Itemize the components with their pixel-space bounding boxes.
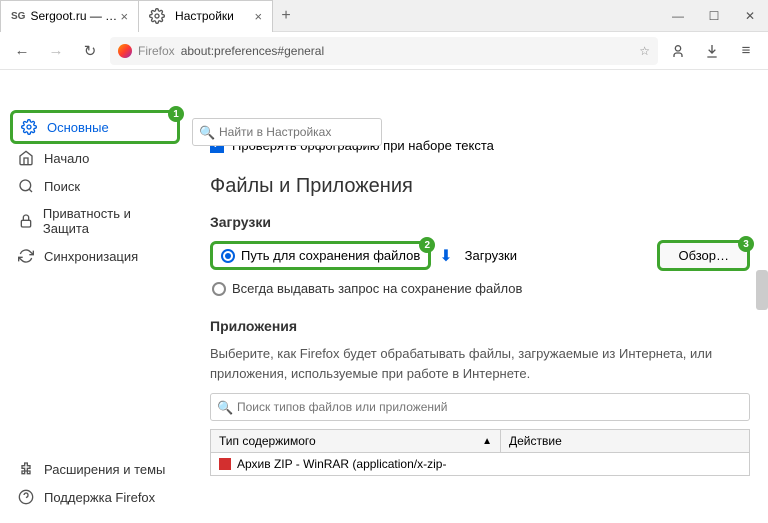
apps-table-header: Тип содержимого ▲ Действие [210,429,750,453]
sidebar-item-support[interactable]: Поддержка Firefox [10,483,180,511]
sync-icon [18,248,36,264]
gear-icon [21,119,39,135]
column-header-action[interactable]: Действие [501,430,749,452]
browser-tab[interactable]: Настройки × [138,0,273,32]
forward-button[interactable]: → [42,37,70,65]
zip-file-icon [219,458,231,470]
sidebar-item-search[interactable]: Поиск [10,172,180,200]
search-icon: 🔍 [217,400,233,416]
search-icon [18,178,36,194]
sidebar-item-privacy[interactable]: Приватность и Защита [10,200,180,242]
sidebar-item-general[interactable]: Основные 1 [10,110,180,144]
sidebar-item-label: Поиск [44,179,80,194]
apps-heading: Приложения [210,318,750,334]
sidebar-item-label: Начало [44,151,89,166]
tab-title: Sergoot.ru — Решение ваши [30,9,120,23]
firefox-icon [118,44,132,58]
lock-icon [18,213,35,229]
sort-icon: ▲ [482,436,492,447]
minimize-button[interactable]: — [660,0,696,32]
search-icon: 🔍 [199,125,215,141]
browser-tab[interactable]: SG Sergoot.ru — Решение ваши × [0,0,139,32]
sidebar-item-label: Расширения и темы [44,462,165,477]
save-path-radio[interactable]: Путь для сохранения файлов 2 [210,241,431,270]
settings-search-input[interactable] [192,118,382,146]
downloads-heading: Загрузки [210,214,750,230]
sidebar-item-label: Поддержка Firefox [44,490,155,505]
url-text: about:preferences#general [181,44,324,58]
always-ask-radio[interactable]: Всегда выдавать запрос на сохранение фай… [212,281,750,296]
url-bar[interactable]: Firefox about:preferences#general ☆ [110,37,658,65]
apps-description: Выберите, как Firefox будет обрабатывать… [210,344,750,383]
account-icon[interactable] [664,37,692,65]
sidebar-item-label: Синхронизация [44,249,138,264]
radio-label: Путь для сохранения файлов [241,248,420,263]
sidebar-item-label: Приватность и Защита [43,206,172,236]
browse-button[interactable]: Обзор… 3 [657,240,750,271]
close-icon[interactable]: × [254,9,262,24]
gear-icon [149,8,167,24]
sidebar-item-home[interactable]: Начало [10,144,180,172]
close-button[interactable]: ✕ [732,0,768,32]
sidebar-item-extensions[interactable]: Расширения и темы [10,455,180,483]
new-tab-button[interactable]: + [272,0,300,32]
refresh-button[interactable]: ↻ [76,37,104,65]
sidebar-item-sync[interactable]: Синхронизация [10,242,180,270]
sidebar-item-label: Основные [47,120,109,135]
download-icon[interactable] [698,37,726,65]
back-button[interactable]: ← [8,37,36,65]
puzzle-icon [18,461,36,477]
column-header-type[interactable]: Тип содержимого ▲ [211,430,501,452]
help-icon [18,489,36,505]
home-icon [18,150,36,166]
apps-search-input[interactable] [210,393,750,421]
table-row[interactable]: Архив ZIP - WinRAR (application/x-zip- [210,453,750,476]
download-folder-icon: ⬇ [439,246,452,266]
maximize-button[interactable]: ☐ [696,0,732,32]
menu-icon[interactable]: ≡ [732,37,760,65]
bookmark-icon[interactable]: ☆ [639,44,650,58]
radio-label: Всегда выдавать запрос на сохранение фай… [232,281,522,296]
scrollbar[interactable] [756,270,768,310]
folder-path: Загрузки [465,248,650,263]
step-badge: 1 [168,106,184,122]
close-icon[interactable]: × [120,9,128,24]
radio-checked-icon [221,249,235,263]
section-heading: Файлы и Приложения [210,175,750,198]
radio-unchecked-icon [212,282,226,296]
step-badge: 3 [738,236,754,252]
step-badge: 2 [419,237,435,253]
cell-text: Архив ZIP - WinRAR (application/x-zip- [237,457,446,471]
tab-title: Настройки [175,9,234,23]
